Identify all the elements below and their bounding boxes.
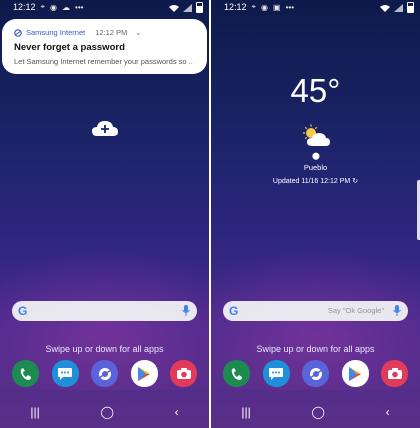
battery-icon (196, 2, 203, 13)
mic-icon[interactable] (393, 305, 401, 316)
mic-icon[interactable] (182, 305, 190, 316)
back-button[interactable]: ‹ (175, 405, 179, 419)
swipe-hint: Swipe up or down for all apps (45, 344, 164, 354)
notification-title: Never forget a password (14, 42, 125, 53)
location-icon: ⌖ (251, 2, 257, 11)
location-icon: ⌖ (40, 2, 46, 11)
recents-button[interactable]: ||| (30, 405, 39, 419)
google-search-bar[interactable]: G Say "Ok Google" (223, 301, 408, 321)
phone-app-icon[interactable] (223, 360, 250, 387)
swipe-hint: Swipe up or down for all apps (256, 344, 375, 354)
add-weather-widget-icon[interactable] (92, 120, 118, 138)
weather-location[interactable]: Pueblo (211, 163, 420, 172)
phone-app-icon[interactable] (12, 360, 39, 387)
google-g-icon: G (18, 304, 28, 318)
home-button[interactable]: ◯ (100, 405, 113, 419)
home-screen-with-notification: 12:12 ⌖ ◉ ☁ ••• Samsung Internet 12:12 P… (0, 0, 209, 428)
camera-app-icon[interactable] (170, 360, 197, 387)
signal-icon (394, 3, 403, 12)
cloud-icon: ☁ (62, 2, 71, 12)
internet-icon: ◉ (50, 2, 58, 12)
home-screen-with-weather: 12:12 ⌖ ◉ ▣ ••• 45° ⬤ Pueblo Updated 11/… (211, 0, 420, 428)
notification-app-name: Samsung Internet (26, 28, 86, 37)
more-notifications-icon: ••• (285, 2, 294, 12)
navigation-bar: ||| ◯ ‹ (211, 405, 420, 419)
battery-icon (407, 2, 414, 13)
status-right-icons (169, 2, 203, 13)
more-notifications-icon: ••• (75, 2, 84, 12)
internet-icon: ◉ (261, 2, 269, 12)
samsung-internet-app-icon[interactable] (91, 360, 118, 387)
gallery-icon: ▣ (273, 2, 281, 12)
notification-message: Let Samsung Internet remember your passw… (14, 57, 193, 66)
messages-app-icon[interactable] (51, 360, 79, 387)
play-store-app-icon[interactable] (341, 360, 369, 387)
google-search-bar[interactable]: G (12, 301, 197, 321)
location-pin-icon: ⬤ (312, 153, 320, 160)
search-voice-hint: Say "Ok Google" (327, 306, 384, 315)
weather-updated: Updated 11/16 12:12 PM ↻ (211, 177, 420, 185)
notification-card[interactable]: Samsung Internet 12:12 PM ⌄ Never forget… (2, 19, 207, 74)
refresh-icon[interactable]: ↻ (352, 178, 358, 185)
wifi-icon (380, 4, 390, 12)
signal-icon (183, 3, 192, 12)
status-time: 12:12 (13, 2, 36, 12)
play-store-app-icon[interactable] (130, 360, 158, 387)
recents-button[interactable]: ||| (241, 405, 250, 419)
weather-temperature[interactable]: 45° (211, 72, 420, 110)
app-dock (223, 360, 408, 387)
wifi-icon (169, 4, 179, 12)
status-time: 12:12 (224, 2, 247, 12)
messages-app-icon[interactable] (262, 360, 290, 387)
google-g-icon: G (229, 304, 239, 318)
partly-sunny-icon[interactable] (301, 124, 331, 148)
notification-header: Samsung Internet 12:12 PM ⌄ (14, 28, 141, 37)
chevron-down-icon[interactable]: ⌄ (135, 29, 141, 37)
app-dock (12, 360, 197, 387)
status-bar: 12:12 ⌖ ◉ ▣ ••• (211, 0, 420, 14)
home-button[interactable]: ◯ (311, 405, 324, 419)
samsung-internet-icon (14, 28, 22, 37)
notification-time: 12:12 PM (95, 28, 128, 37)
samsung-internet-app-icon[interactable] (302, 360, 329, 387)
status-right-icons (380, 2, 414, 13)
status-bar: 12:12 ⌖ ◉ ☁ ••• (0, 0, 209, 14)
camera-app-icon[interactable] (381, 360, 408, 387)
navigation-bar: ||| ◯ ‹ (0, 405, 209, 419)
weather-updated-text: Updated 11/16 12:12 PM (272, 178, 351, 185)
back-button[interactable]: ‹ (386, 405, 390, 419)
